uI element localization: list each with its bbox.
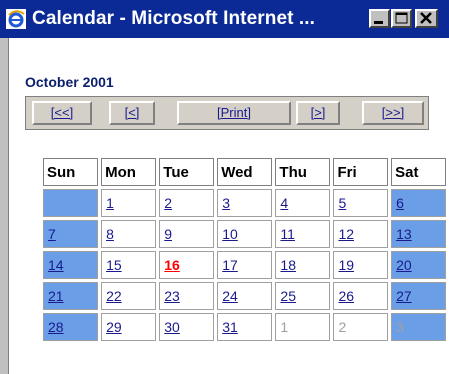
day-cell[interactable]: 18 <box>275 251 331 279</box>
day-cell[interactable]: 2 <box>159 189 215 217</box>
calendar-nav-bar: [<<] [<] [Print] [>] [>>] <box>25 96 429 130</box>
day-cell[interactable]: 10 <box>217 220 273 248</box>
day-cell[interactable]: 29 <box>101 313 157 341</box>
day-cell[interactable]: 26 <box>333 282 389 310</box>
next-month-button[interactable]: [>] <box>296 101 340 125</box>
day-cell[interactable]: 22 <box>101 282 157 310</box>
week-row: 1 2 3 4 5 6 <box>43 189 446 217</box>
day-header: Wed <box>217 158 273 186</box>
weekend-day-cell[interactable]: 14 <box>43 251 99 279</box>
weekend-day-cell[interactable]: 13 <box>391 220 446 248</box>
week-row: 28 29 30 31 1 2 3 <box>43 313 446 341</box>
window-frame-edge <box>0 38 9 374</box>
minimize-icon <box>374 21 383 24</box>
weekend-day-cell[interactable]: 27 <box>391 282 446 310</box>
other-month-day-cell: 3 <box>391 313 446 341</box>
day-header: Mon <box>101 158 157 186</box>
close-icon <box>420 12 432 24</box>
weekend-day-cell[interactable]: 28 <box>43 313 99 341</box>
day-header: Thu <box>275 158 331 186</box>
day-cell[interactable]: 25 <box>275 282 331 310</box>
prev-year-button[interactable]: [<<] <box>32 101 92 125</box>
day-cell[interactable]: 17 <box>217 251 273 279</box>
other-month-day-cell: 2 <box>333 313 389 341</box>
day-cell[interactable]: 23 <box>159 282 215 310</box>
day-header-row: Sun Mon Tue Wed Thu Fri Sat <box>43 158 446 186</box>
day-cell[interactable]: 8 <box>101 220 157 248</box>
month-title: October 2001 <box>25 74 114 90</box>
title-bar[interactable]: Calendar - Microsoft Internet ... <box>0 0 449 38</box>
day-cell[interactable]: 15 <box>101 251 157 279</box>
day-cell[interactable]: 4 <box>275 189 331 217</box>
day-cell[interactable]: 5 <box>333 189 389 217</box>
weekend-day-cell[interactable]: 21 <box>43 282 99 310</box>
week-row: 7 8 9 10 11 12 13 <box>43 220 446 248</box>
day-header: Sun <box>43 158 99 186</box>
day-cell[interactable]: 11 <box>275 220 331 248</box>
empty-day-cell <box>43 189 99 217</box>
week-row: 21 22 23 24 25 26 27 <box>43 282 446 310</box>
day-cell[interactable]: 3 <box>217 189 273 217</box>
day-cell[interactable]: 24 <box>217 282 273 310</box>
day-cell[interactable]: 31 <box>217 313 273 341</box>
day-header: Fri <box>333 158 389 186</box>
weekend-day-cell[interactable]: 6 <box>391 189 446 217</box>
internet-explorer-icon <box>6 9 26 29</box>
day-header: Tue <box>159 158 215 186</box>
day-cell[interactable]: 30 <box>159 313 215 341</box>
day-header: Sat <box>391 158 446 186</box>
maximize-icon <box>395 12 408 24</box>
minimize-button[interactable] <box>369 9 390 28</box>
print-button[interactable]: [Print] <box>177 101 291 125</box>
calendar-grid: Sun Mon Tue Wed Thu Fri Sat 1 2 3 4 5 6 … <box>40 155 449 344</box>
browser-window: Calendar - Microsoft Internet ... Octobe… <box>0 0 449 374</box>
weekend-day-cell[interactable]: 20 <box>391 251 446 279</box>
other-month-day-cell: 1 <box>275 313 331 341</box>
day-cell[interactable]: 19 <box>333 251 389 279</box>
close-button[interactable] <box>415 9 438 28</box>
day-cell[interactable]: 9 <box>159 220 215 248</box>
weekend-day-cell[interactable]: 7 <box>43 220 99 248</box>
next-year-button[interactable]: [>>] <box>362 101 424 125</box>
maximize-button[interactable] <box>391 9 412 28</box>
day-cell[interactable]: 12 <box>333 220 389 248</box>
window-title: Calendar - Microsoft Internet ... <box>32 8 316 29</box>
day-cell[interactable]: 1 <box>101 189 157 217</box>
week-row: 14 15 16 17 18 19 20 <box>43 251 446 279</box>
today-day-cell[interactable]: 16 <box>159 251 215 279</box>
prev-month-button[interactable]: [<] <box>109 101 155 125</box>
